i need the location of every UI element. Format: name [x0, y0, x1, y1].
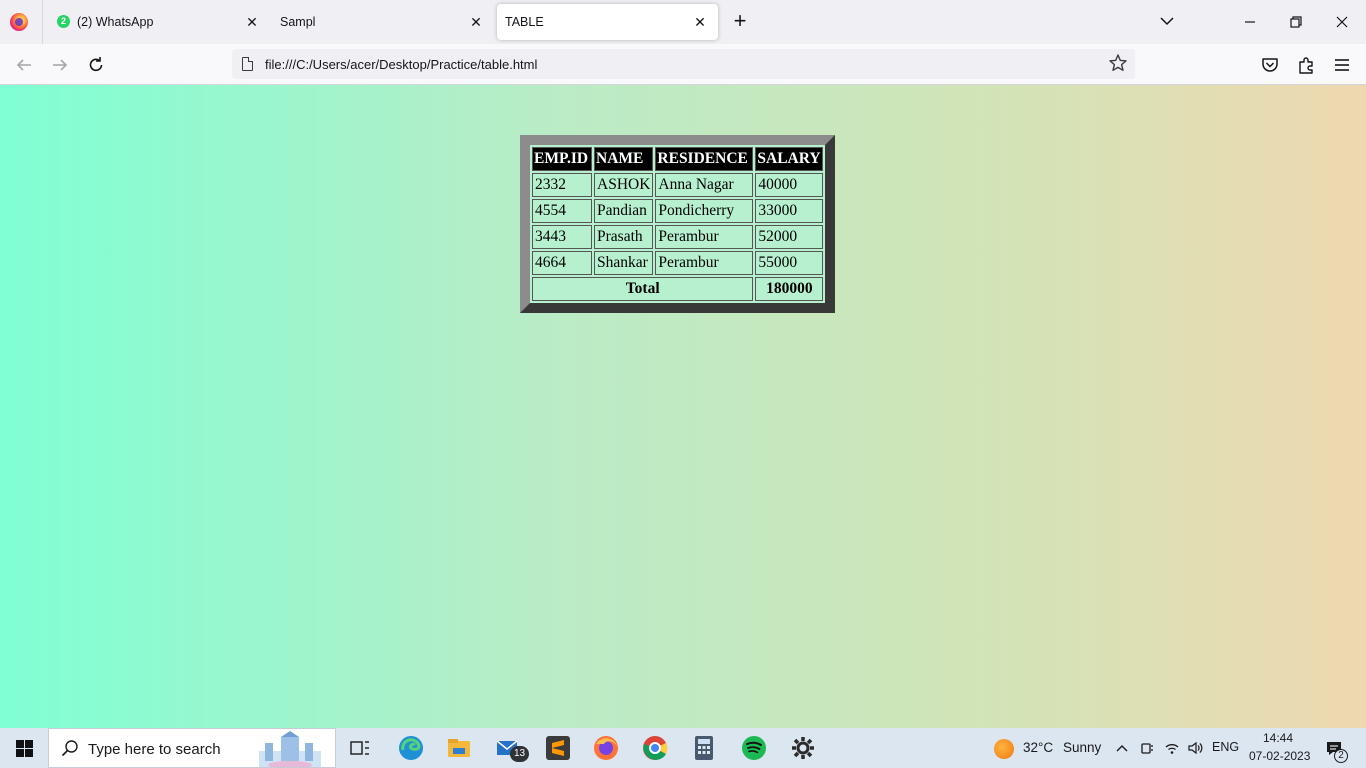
cell-name: ASHOK — [594, 173, 654, 197]
table-row: 2332 ASHOK Anna Nagar 40000 — [532, 173, 824, 197]
close-icon[interactable]: ✕ — [690, 12, 710, 32]
firefox-taskbar-icon[interactable] — [592, 734, 620, 762]
cell-residence: Pondicherry — [655, 199, 754, 223]
table-header-row: EMP.ID NAME RESIDENCE SALARY — [532, 147, 824, 171]
language-indicator[interactable]: ENG — [1212, 740, 1239, 754]
firefox-view-icon[interactable] — [10, 13, 28, 31]
table-row: 4664 Shankar Perambur 55000 — [532, 251, 824, 275]
table-row: 4554 Pandian Pondicherry 33000 — [532, 199, 824, 223]
volume-icon[interactable] — [1187, 740, 1203, 756]
table-row: 3443 Prasath Perambur 52000 — [532, 225, 824, 249]
taskbar-search-box[interactable]: Type here to search — [48, 728, 336, 768]
calculator-icon[interactable] — [690, 734, 718, 762]
employee-table-wrapper: EMP.ID NAME RESIDENCE SALARY 2332 ASHOK … — [520, 135, 836, 313]
new-tab-button[interactable]: + — [728, 10, 752, 33]
tab-table[interactable]: TABLE ✕ — [497, 4, 718, 40]
tab-strip: 2 (2) WhatsApp ✕ Sampl ✕ TABLE ✕ + — [0, 0, 1366, 44]
extensions-icon[interactable] — [1295, 54, 1317, 76]
chevron-up-icon[interactable] — [1114, 740, 1130, 756]
page-content: EMP.ID NAME RESIDENCE SALARY 2332 ASHOK … — [0, 85, 1366, 728]
whatsapp-icon: 2 — [57, 15, 70, 28]
cell-salary: 52000 — [755, 225, 824, 249]
close-icon[interactable]: ✕ — [242, 12, 262, 32]
employee-table: EMP.ID NAME RESIDENCE SALARY 2332 ASHOK … — [520, 135, 836, 313]
pocket-icon[interactable] — [1259, 54, 1281, 76]
meet-now-icon[interactable] — [1139, 740, 1155, 756]
tab-sampl[interactable]: Sampl ✕ — [272, 4, 494, 40]
cell-residence: Perambur — [655, 251, 754, 275]
tab-whatsapp[interactable]: 2 (2) WhatsApp ✕ — [48, 4, 270, 40]
cell-residence: Anna Nagar — [655, 173, 754, 197]
close-icon[interactable]: ✕ — [466, 12, 486, 32]
cell-name: Prasath — [594, 225, 654, 249]
wifi-icon[interactable] — [1164, 740, 1180, 756]
clock-time[interactable]: 14:44 — [1263, 731, 1293, 745]
bookmark-star-icon[interactable] — [1107, 52, 1129, 74]
list-all-tabs-icon[interactable] — [1158, 12, 1176, 30]
windows-start-icon[interactable] — [16, 740, 33, 757]
sublime-text-icon[interactable] — [544, 734, 572, 762]
tab-title: (2) WhatsApp — [77, 15, 154, 29]
total-row: Total 180000 — [532, 277, 824, 301]
spotify-icon[interactable] — [740, 734, 768, 762]
cell-name: Shankar — [594, 251, 654, 275]
tab-title: TABLE — [505, 15, 544, 29]
url-bar[interactable]: file:///C:/Users/acer/Desktop/Practice/t… — [232, 49, 1135, 79]
total-value: 180000 — [755, 277, 824, 301]
cell-name: Pandian — [594, 199, 654, 223]
cell-emp-id: 4554 — [532, 199, 592, 223]
edge-icon[interactable] — [397, 734, 425, 762]
minimize-icon[interactable] — [1240, 12, 1260, 32]
url-text[interactable]: file:///C:/Users/acer/Desktop/Practice/t… — [265, 57, 537, 72]
notification-count-badge: 2 — [1334, 749, 1348, 763]
cell-salary: 33000 — [755, 199, 824, 223]
file-explorer-icon[interactable] — [445, 734, 473, 762]
cell-emp-id: 2332 — [532, 173, 592, 197]
column-header-emp-id: EMP.ID — [532, 147, 592, 171]
weather-temperature[interactable]: 32°C — [1023, 740, 1053, 755]
tab-separator — [42, 0, 43, 44]
close-window-icon[interactable] — [1332, 12, 1352, 32]
navigation-toolbar: file:///C:/Users/acer/Desktop/Practice/t… — [0, 44, 1366, 85]
task-view-icon[interactable] — [346, 734, 374, 762]
column-header-name: NAME — [594, 147, 654, 171]
chrome-icon[interactable] — [641, 734, 669, 762]
column-header-residence: RESIDENCE — [655, 147, 754, 171]
cell-emp-id: 3443 — [532, 225, 592, 249]
total-label: Total — [532, 277, 754, 301]
column-header-salary: SALARY — [755, 147, 824, 171]
cell-salary: 40000 — [755, 173, 824, 197]
settings-gear-icon[interactable] — [789, 734, 817, 762]
cell-emp-id: 4664 — [532, 251, 592, 275]
search-icon — [61, 740, 78, 757]
reload-icon[interactable] — [85, 54, 107, 76]
restore-icon[interactable] — [1286, 12, 1306, 32]
tab-title: Sampl — [280, 15, 316, 29]
page-icon — [242, 56, 254, 71]
back-icon[interactable] — [13, 54, 35, 76]
forward-icon[interactable] — [49, 54, 71, 76]
search-highlight-art-icon — [251, 731, 329, 767]
search-placeholder: Type here to search — [88, 741, 221, 758]
cell-salary: 55000 — [755, 251, 824, 275]
app-menu-icon[interactable] — [1331, 54, 1353, 76]
mail-badge: 13 — [510, 746, 529, 762]
weather-sun-icon[interactable] — [994, 739, 1014, 759]
taskbar: Type here to search 13 32°C Sunny ENG 14… — [0, 728, 1366, 768]
clock-date[interactable]: 07-02-2023 — [1249, 749, 1310, 763]
cell-residence: Perambur — [655, 225, 754, 249]
weather-description[interactable]: Sunny — [1063, 740, 1101, 755]
